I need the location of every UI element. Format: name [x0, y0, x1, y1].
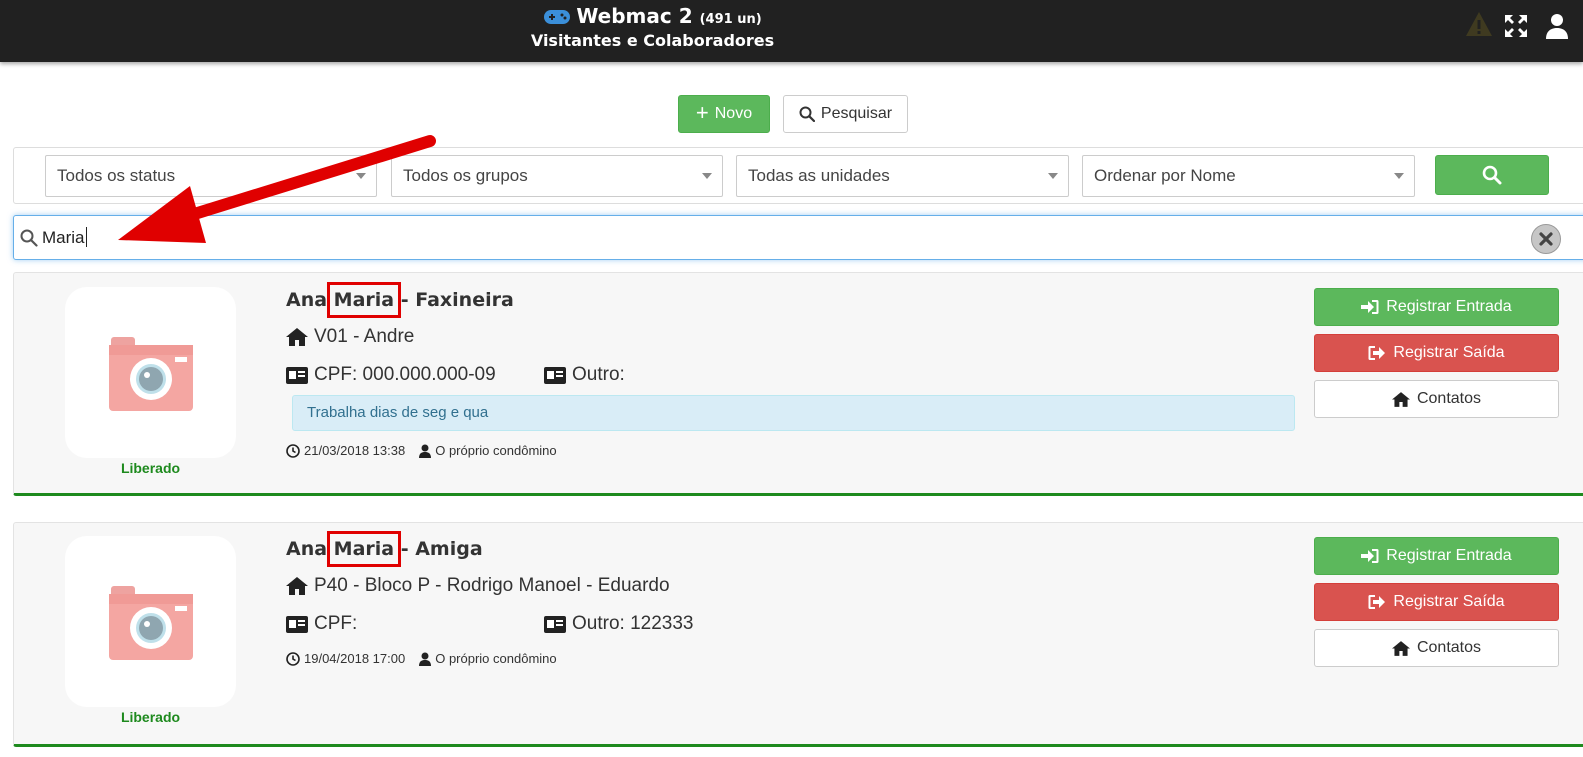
record-count: (491 un)	[699, 12, 762, 27]
visitor-name: Ana Maria - Amiga	[286, 531, 483, 567]
visitor-name-suffix: - Faxineira	[394, 289, 514, 311]
visitor-meta: 21/03/2018 13:38 O próprio condômino	[286, 443, 557, 458]
id-card-icon	[544, 615, 566, 633]
clear-search-button[interactable]	[1531, 224, 1561, 254]
top-bar: Webmac 2 (491 un) Visitantes e Colaborad…	[0, 0, 1583, 62]
visitor-other-label: Outro:	[572, 364, 625, 385]
status-badge: Liberado	[120, 460, 181, 476]
contacts-button[interactable]: Contatos	[1314, 629, 1559, 667]
visitor-unit-label: V01 - Andre	[314, 326, 415, 347]
warning-icon[interactable]	[1464, 10, 1494, 38]
visitor-name: Ana Maria - Faxineira	[286, 282, 514, 318]
visitor-unit-label: P40 - Bloco P - Rodrigo Manoel - Eduardo	[314, 575, 670, 596]
search-icon	[1482, 165, 1502, 185]
camera-icon	[108, 336, 193, 411]
caret-down-icon	[1048, 173, 1058, 179]
unit-select[interactable]: Todas as unidades	[736, 155, 1069, 197]
visitor-unit: V01 - Andre	[286, 326, 414, 348]
register-exit-label: Registrar Saída	[1393, 593, 1505, 610]
visitor-name-suffix: - Amiga	[394, 538, 483, 560]
highlighted-match: Maria	[326, 531, 402, 567]
contacts-label: Contatos	[1416, 639, 1482, 656]
status-select-value: Todos os status	[57, 166, 176, 185]
plus-icon: +	[695, 100, 709, 125]
filter-bar: Todos os status Todos os grupos Todas as…	[13, 147, 1583, 204]
visitor-note: Trabalha dias de seg e qua	[292, 395, 1295, 431]
visitor-card: Liberado Ana Maria - Amiga P40 - Bloco P…	[13, 522, 1583, 747]
visitor-photo	[65, 287, 236, 458]
register-entry-label: Registrar Entrada	[1386, 547, 1512, 564]
highlighted-match: Maria	[326, 282, 402, 318]
unit-select-value: Todas as unidades	[748, 166, 890, 185]
apply-filter-button[interactable]	[1435, 155, 1549, 195]
user-icon	[419, 652, 432, 666]
visitor-other-doc: Outro: 122333	[544, 613, 693, 635]
register-entry-button[interactable]: Registrar Entrada	[1314, 537, 1559, 575]
visitor-meta: 19/04/2018 17:00 O próprio condômino	[286, 651, 557, 666]
sign-in-icon	[1361, 549, 1379, 563]
visitor-cpf-label: CPF:	[314, 613, 358, 634]
search-button[interactable]: Pesquisar	[783, 95, 908, 133]
camera-icon	[108, 585, 193, 660]
contacts-button[interactable]: Contatos	[1314, 380, 1559, 418]
visitor-cpf: CPF:	[286, 613, 357, 635]
clock-icon	[286, 651, 300, 666]
page-subtitle: Visitantes e Colaboradores	[530, 31, 775, 50]
visitor-author: O próprio condômino	[435, 443, 557, 458]
gamepad-icon	[544, 10, 571, 24]
home-icon	[1391, 391, 1410, 407]
visitor-cpf-label: CPF: 000.000.000-09	[314, 364, 496, 385]
app-name: Webmac 2	[576, 4, 693, 28]
register-entry-button[interactable]: Registrar Entrada	[1314, 288, 1559, 326]
group-select-value: Todos os grupos	[403, 166, 528, 185]
home-icon	[286, 577, 308, 595]
visitor-photo	[65, 536, 236, 707]
home-icon	[1391, 640, 1410, 656]
sign-in-icon	[1361, 300, 1379, 314]
register-exit-button[interactable]: Registrar Saída	[1314, 334, 1559, 372]
home-icon	[286, 328, 308, 346]
id-card-icon	[286, 366, 308, 384]
search-input-value: Maria	[42, 228, 85, 247]
caret-down-icon	[702, 173, 712, 179]
visitor-unit: P40 - Bloco P - Rodrigo Manoel - Eduardo	[286, 575, 670, 597]
visitor-author: O próprio condômino	[435, 651, 557, 666]
visitor-name-prefix: Ana	[286, 538, 334, 560]
caret-down-icon	[1394, 173, 1404, 179]
user-icon	[419, 444, 432, 458]
caret-down-icon	[356, 173, 366, 179]
visitor-name-prefix: Ana	[286, 289, 334, 311]
search-input[interactable]: Maria	[13, 215, 1583, 260]
sign-out-icon	[1368, 346, 1386, 360]
visitor-datetime: 21/03/2018 13:38	[304, 443, 406, 458]
status-select[interactable]: Todos os status	[45, 155, 377, 197]
register-entry-label: Registrar Entrada	[1386, 298, 1512, 315]
app-title: Webmac 2 (491 un) Visitantes e Colaborad…	[0, 3, 1305, 53]
search-icon	[20, 229, 38, 247]
fullscreen-icon[interactable]	[1504, 14, 1528, 38]
visitor-cpf: CPF: 000.000.000-09	[286, 364, 496, 386]
visitor-other-doc: Outro:	[544, 364, 625, 386]
id-card-icon	[286, 615, 308, 633]
visitor-datetime: 19/04/2018 17:00	[304, 651, 406, 666]
clock-icon	[286, 443, 300, 458]
order-select-value: Ordenar por Nome	[1094, 166, 1236, 185]
register-exit-label: Registrar Saída	[1393, 344, 1505, 361]
search-icon	[799, 106, 815, 122]
status-badge: Liberado	[120, 709, 181, 725]
id-card-icon	[544, 366, 566, 384]
group-select[interactable]: Todos os grupos	[391, 155, 723, 197]
visitor-card: Liberado Ana Maria - Faxineira V01 - And…	[13, 272, 1583, 496]
close-icon	[1539, 232, 1553, 246]
register-exit-button[interactable]: Registrar Saída	[1314, 583, 1559, 621]
new-button-label: Novo	[714, 105, 753, 122]
user-icon[interactable]	[1545, 13, 1569, 39]
new-button[interactable]: + Novo	[678, 95, 770, 133]
visitor-other-label: Outro: 122333	[572, 613, 694, 634]
search-button-label: Pesquisar	[820, 105, 893, 122]
contacts-label: Contatos	[1416, 390, 1482, 407]
order-select[interactable]: Ordenar por Nome	[1082, 155, 1415, 197]
sign-out-icon	[1368, 595, 1386, 609]
